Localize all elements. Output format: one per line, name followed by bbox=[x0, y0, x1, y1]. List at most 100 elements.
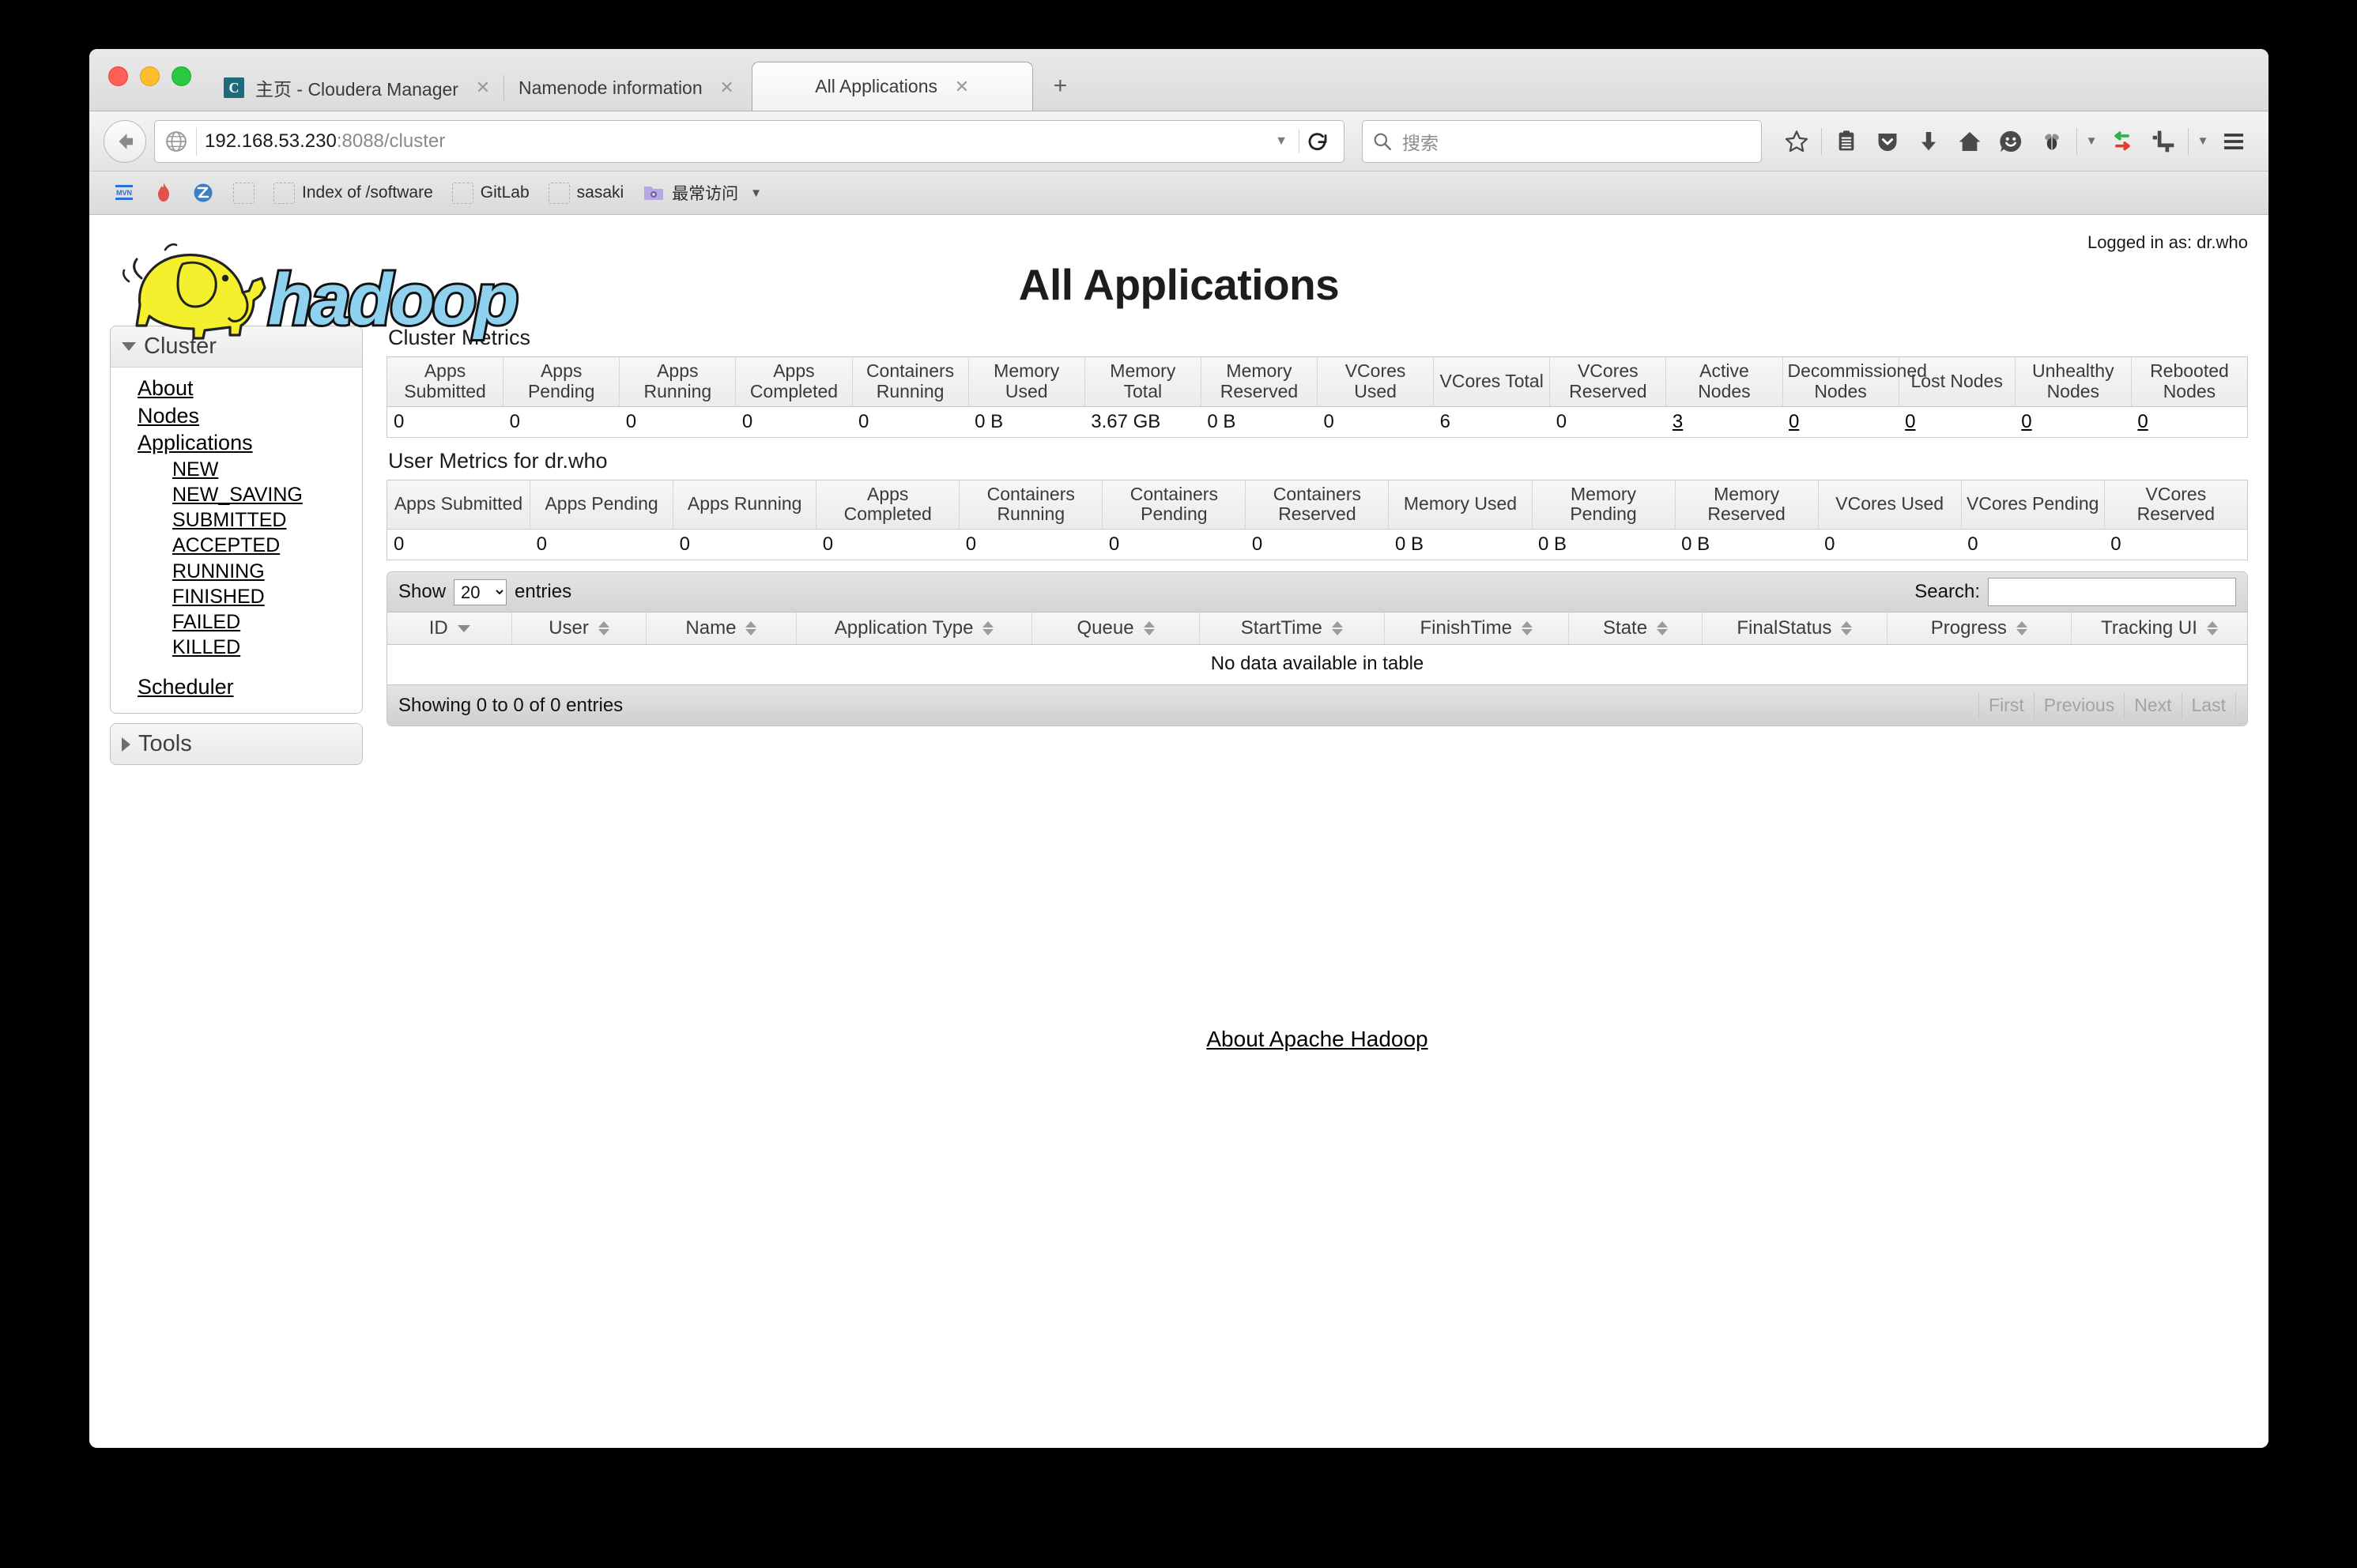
tools-nav-block: Tools bbox=[110, 723, 363, 765]
new-tab-button[interactable]: + bbox=[1054, 73, 1068, 100]
pagination-first[interactable]: First bbox=[1978, 692, 2034, 718]
sidebar-item-scheduler[interactable]: Scheduler bbox=[111, 673, 362, 701]
tab-close-icon[interactable]: ✕ bbox=[718, 77, 736, 98]
col-finishtime[interactable]: FinishTime bbox=[1384, 612, 1569, 645]
reload-button[interactable] bbox=[1299, 130, 1336, 153]
unhealthy-nodes-link[interactable]: 0 bbox=[2021, 411, 2031, 432]
sort-icon bbox=[1331, 621, 1343, 635]
bookmark-flame[interactable] bbox=[146, 179, 181, 207]
col-application-type[interactable]: Application Type bbox=[796, 612, 1032, 645]
smiley-icon[interactable] bbox=[1990, 121, 2031, 162]
col-name[interactable]: Name bbox=[646, 612, 798, 645]
col-starttime[interactable]: StartTime bbox=[1199, 612, 1385, 645]
val-active-nodes: 3 bbox=[1666, 406, 1782, 437]
col-user-containers-reserved: Containers Reserved bbox=[1245, 480, 1390, 530]
pagination-next[interactable]: Next bbox=[2124, 692, 2181, 718]
bookmark-maven[interactable]: MVN bbox=[105, 179, 143, 206]
val-memory-reserved: 0 B bbox=[1207, 410, 1236, 432]
sync-arrows-icon[interactable] bbox=[2102, 121, 2143, 162]
firebug-icon[interactable] bbox=[2031, 121, 2072, 162]
val-memory-used: 0 B bbox=[975, 410, 1004, 432]
col-active-nodes: Active Nodes bbox=[1665, 356, 1783, 407]
sidebar-item-failed[interactable]: FAILED bbox=[111, 609, 362, 635]
pagination-last[interactable]: Last bbox=[2181, 692, 2236, 718]
sidebar-item-running[interactable]: RUNNING bbox=[111, 559, 362, 584]
maximize-window-button[interactable] bbox=[172, 66, 191, 86]
sidebar-item-nodes[interactable]: Nodes bbox=[111, 402, 362, 430]
tab-cloudera-manager[interactable]: C 主页 - Cloudera Manager ✕ bbox=[209, 65, 504, 111]
address-bar-url: 192.168.53.230:8088/cluster bbox=[205, 130, 1264, 153]
star-icon[interactable] bbox=[1776, 121, 1817, 162]
entries-label: entries bbox=[515, 581, 572, 602]
tab-all-applications[interactable]: All Applications ✕ bbox=[751, 62, 1033, 111]
crop-icon[interactable] bbox=[2143, 121, 2184, 162]
hamburger-menu-icon[interactable] bbox=[2213, 121, 2254, 162]
rebooted-nodes-link[interactable]: 0 bbox=[2137, 411, 2148, 432]
sidebar-item-applications[interactable]: Applications bbox=[111, 429, 362, 457]
bookmark-most-visited-folder[interactable]: 最常访问 ▼ bbox=[635, 178, 770, 208]
chevron-down-icon[interactable]: ▼ bbox=[2193, 134, 2213, 148]
sidebar-item-finished[interactable]: FINISHED bbox=[111, 584, 362, 609]
home-icon[interactable] bbox=[1949, 121, 1990, 162]
col-apps-submitted: Apps Submitted bbox=[387, 356, 504, 407]
bookmark-index-of-software[interactable]: Index of /software bbox=[266, 179, 441, 207]
chevron-down-icon[interactable]: ▼ bbox=[2081, 134, 2102, 148]
page-length-select[interactable]: 20 40 60 80 100 bbox=[454, 579, 507, 605]
val-lost-nodes: 0 bbox=[1899, 406, 2015, 437]
hadoop-logo[interactable]: hadoop bbox=[110, 232, 584, 351]
tab-close-icon[interactable]: ✕ bbox=[953, 77, 971, 97]
bookmark-label: Index of /software bbox=[302, 183, 433, 202]
col-id[interactable]: ID bbox=[387, 612, 513, 645]
pocket-icon[interactable] bbox=[1867, 121, 1908, 162]
col-vcores-total: VCores Total bbox=[1433, 356, 1551, 407]
val-unhealthy-nodes: 0 bbox=[2015, 406, 2131, 437]
tab-namenode-information[interactable]: Namenode information ✕ bbox=[504, 65, 749, 111]
chevron-right-icon bbox=[122, 737, 130, 752]
browser-search-box[interactable]: 搜索 bbox=[1362, 119, 1762, 163]
val-user-apps-running: 0 bbox=[679, 533, 690, 555]
col-label: FinishTime bbox=[1420, 617, 1512, 639]
chevron-down-icon[interactable]: ▼ bbox=[750, 187, 762, 200]
col-progress[interactable]: Progress bbox=[1887, 612, 2072, 645]
col-finalstatus[interactable]: FinalStatus bbox=[1702, 612, 1887, 645]
about-apache-hadoop-link[interactable]: About Apache Hadoop bbox=[1206, 1027, 1427, 1051]
tab-close-icon[interactable]: ✕ bbox=[474, 77, 492, 98]
sidebar-item-about[interactable]: About bbox=[111, 375, 362, 402]
col-state[interactable]: State bbox=[1568, 612, 1703, 645]
sidebar-section-tools[interactable]: Tools bbox=[111, 724, 362, 764]
sidebar-item-killed[interactable]: KILLED bbox=[111, 635, 362, 660]
blank-icon bbox=[451, 182, 473, 204]
lost-nodes-link[interactable]: 0 bbox=[1905, 411, 1915, 432]
main-content: Cluster Metrics Apps Submitted Apps Pend… bbox=[387, 326, 2248, 1052]
active-nodes-link[interactable]: 3 bbox=[1673, 411, 1683, 432]
close-window-button[interactable] bbox=[108, 66, 128, 86]
sidebar-item-new-saving[interactable]: NEW_SAVING bbox=[111, 482, 362, 507]
address-bar-dropdown-icon[interactable]: ▼ bbox=[1275, 134, 1288, 149]
bookmark-gitlab[interactable]: GitLab bbox=[444, 179, 537, 207]
toolbar-divider bbox=[2188, 127, 2189, 155]
val-user-memory-used: 0 B bbox=[1394, 533, 1424, 555]
pagination-previous[interactable]: Previous bbox=[2033, 692, 2124, 718]
col-tracking-ui[interactable]: Tracking UI bbox=[2071, 612, 2247, 645]
bookmarks-bar: MVN Index of /software GitLab sasaki 最常访… bbox=[89, 172, 2268, 215]
bookmark-blank-1[interactable] bbox=[225, 179, 262, 207]
sidebar-item-accepted[interactable]: ACCEPTED bbox=[111, 533, 362, 558]
col-user[interactable]: User bbox=[511, 612, 647, 645]
col-memory-total: Memory Total bbox=[1084, 356, 1201, 407]
download-icon[interactable] bbox=[1908, 121, 1949, 162]
search-input[interactable] bbox=[1988, 578, 2236, 606]
col-label: Queue bbox=[1077, 617, 1134, 639]
reader-icon[interactable] bbox=[1826, 121, 1867, 162]
sidebar-item-submitted[interactable]: SUBMITTED bbox=[111, 507, 362, 533]
minimize-window-button[interactable] bbox=[140, 66, 160, 86]
page-length-control: Show 20 40 60 80 100 entries bbox=[398, 579, 571, 605]
back-button[interactable] bbox=[104, 119, 146, 163]
decommissioned-nodes-link[interactable]: 0 bbox=[1789, 411, 1799, 432]
sidebar-item-new[interactable]: NEW bbox=[111, 457, 362, 482]
col-label: Application Type bbox=[834, 617, 974, 639]
window-controls bbox=[108, 66, 191, 86]
bookmark-sasaki[interactable]: sasaki bbox=[541, 179, 632, 207]
bookmark-zookeeper[interactable] bbox=[184, 179, 222, 207]
col-queue[interactable]: Queue bbox=[1031, 612, 1201, 645]
address-bar[interactable]: 192.168.53.230:8088/cluster ▼ bbox=[154, 119, 1344, 163]
